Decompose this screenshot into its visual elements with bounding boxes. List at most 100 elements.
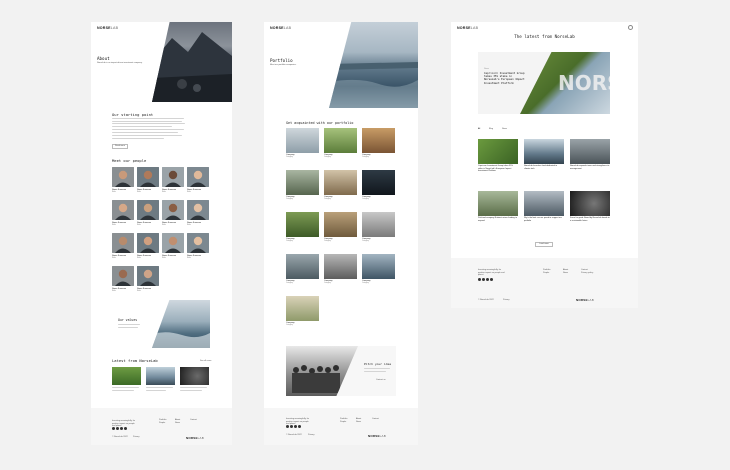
person-role: Role [137,190,141,193]
person-card[interactable]: Name Surname Role [137,233,159,259]
footer-link[interactable]: People [543,272,549,275]
person-photo [162,200,184,220]
news-card[interactable]: Sky's the limit: we are proud to support… [524,191,564,222]
filter-news[interactable]: News [502,128,507,131]
values-image [152,300,210,348]
news-title: Pet-food company Nutrient raises funding… [478,217,518,222]
logo[interactable]: NORSELAB [97,26,118,30]
person-photo [137,233,159,253]
news-card[interactable]: NorseLab launches fund dedicated to clim… [524,139,564,170]
news-card[interactable]: Capricorn Investment Group takes 35% sta… [478,139,518,173]
person-card[interactable]: Name Surname Role [112,266,134,292]
read-more-button[interactable]: Read more [112,144,128,149]
portfolio-tile[interactable]: Company Category [362,212,395,242]
footer-logo[interactable]: NORSELAB [186,436,204,440]
person-card[interactable]: Name Surname Role [112,167,134,193]
privacy-link[interactable]: Privacy [133,436,140,439]
company-image [362,128,395,153]
portfolio-tile[interactable]: Company Category [286,170,319,200]
person-role: Role [187,190,191,193]
company-image [286,170,319,195]
text-line [112,387,139,389]
news-page: NORSELAB The latest from NorseLab NORS N… [451,22,638,258]
featured-article[interactable]: NORS News Capricorn Investment Group tak… [478,52,610,114]
facebook-icon[interactable] [286,425,289,428]
instagram-icon[interactable] [290,425,293,428]
privacy-link[interactable]: Privacy [308,434,315,437]
portfolio-tile[interactable]: Company Category [324,254,357,284]
pitch-cta[interactable]: Contact us [376,379,386,382]
logo[interactable]: NORSELAB [457,26,478,30]
starting-title: Our starting point [112,112,154,117]
footer-link[interactable]: People [159,422,165,425]
linkedin-icon[interactable] [294,425,297,428]
footer-link[interactable]: Privacy policy [581,272,593,275]
portfolio-tile[interactable]: Company Category [286,296,319,326]
news-thumb-1[interactable] [112,367,141,385]
footer-link[interactable]: News [563,272,568,275]
person-photo [162,167,184,187]
portfolio-tile[interactable]: Company Category [362,254,395,284]
person-card[interactable]: Name Surname Role [162,200,184,226]
privacy-link[interactable]: Privacy [503,299,510,302]
footer-logo[interactable]: NORSELAB [576,298,594,302]
footer-link[interactable]: News [356,421,361,424]
instagram-icon[interactable] [116,427,119,430]
menu-icon[interactable] [628,25,633,30]
facebook-icon[interactable] [112,427,115,430]
person-card[interactable]: Name Surname Role [162,167,184,193]
linkedin-icon[interactable] [120,427,123,430]
footer-link[interactable]: Contact [372,418,379,421]
twitter-icon[interactable] [490,278,493,281]
logo[interactable]: NORSELAB [270,26,291,30]
text-line [180,387,207,389]
portfolio-tile[interactable]: Company Category [286,212,319,242]
news-title: NorseLab launches fund dedicated to clim… [524,165,558,170]
team-photo [286,346,358,396]
person-card[interactable]: Name Surname Role [162,233,184,259]
footer-link[interactable]: Contact [190,419,197,422]
portfolio-tile[interactable]: Company Category [362,128,395,158]
twitter-icon[interactable] [298,425,301,428]
portfolio-tile[interactable]: Company Category [324,212,357,242]
portfolio-tile[interactable]: Company Category [324,128,357,158]
company-tag: Category [362,198,369,201]
footer-link[interactable]: People [340,421,346,424]
footer-link[interactable]: News [175,422,180,425]
person-card[interactable]: Name Surname Role [137,167,159,193]
news-thumb-3[interactable] [180,367,209,385]
see-all-link[interactable]: See all news [200,360,211,363]
facebook-icon[interactable] [478,278,481,281]
company-image [362,170,395,195]
person-photo [137,200,159,220]
person-card[interactable]: Name Surname Role [112,200,134,226]
person-card[interactable]: Name Surname Role [187,167,209,193]
person-card[interactable]: Name Surname Role [137,200,159,226]
person-photo [137,167,159,187]
portfolio-tile[interactable]: Company Category [362,170,395,200]
text-line [112,137,164,139]
person-card[interactable]: Name Surname Role [137,266,159,292]
portfolio-tile[interactable]: Company Category [286,254,319,284]
news-card[interactable]: NorseLab expands team and strengthens it… [570,139,610,170]
company-tag: Category [286,324,293,327]
filter-all[interactable]: All [478,128,480,131]
instagram-icon[interactable] [482,278,485,281]
linkedin-icon[interactable] [486,278,489,281]
load-more-button[interactable]: Load more [535,242,553,247]
footer-logo[interactable]: NORSELAB [368,434,386,438]
person-card[interactable]: Name Surname Role [112,233,134,259]
hero-mountain-image [152,22,232,102]
person-card[interactable]: Name Surname Role [187,233,209,259]
person-role: Role [137,289,141,292]
text-line [112,118,184,120]
news-thumb-2[interactable] [146,367,175,385]
news-card[interactable]: Force for good: Board by NorseLab heads … [570,191,610,222]
filter-blog[interactable]: Blog [489,128,493,131]
portfolio-tile[interactable]: Company Category [324,170,357,200]
person-card[interactable]: Name Surname Role [187,200,209,226]
person-photo [187,200,209,220]
portfolio-tile[interactable]: Company Category [286,128,319,158]
twitter-icon[interactable] [124,427,127,430]
news-card[interactable]: Pet-food company Nutrient raises funding… [478,191,518,222]
